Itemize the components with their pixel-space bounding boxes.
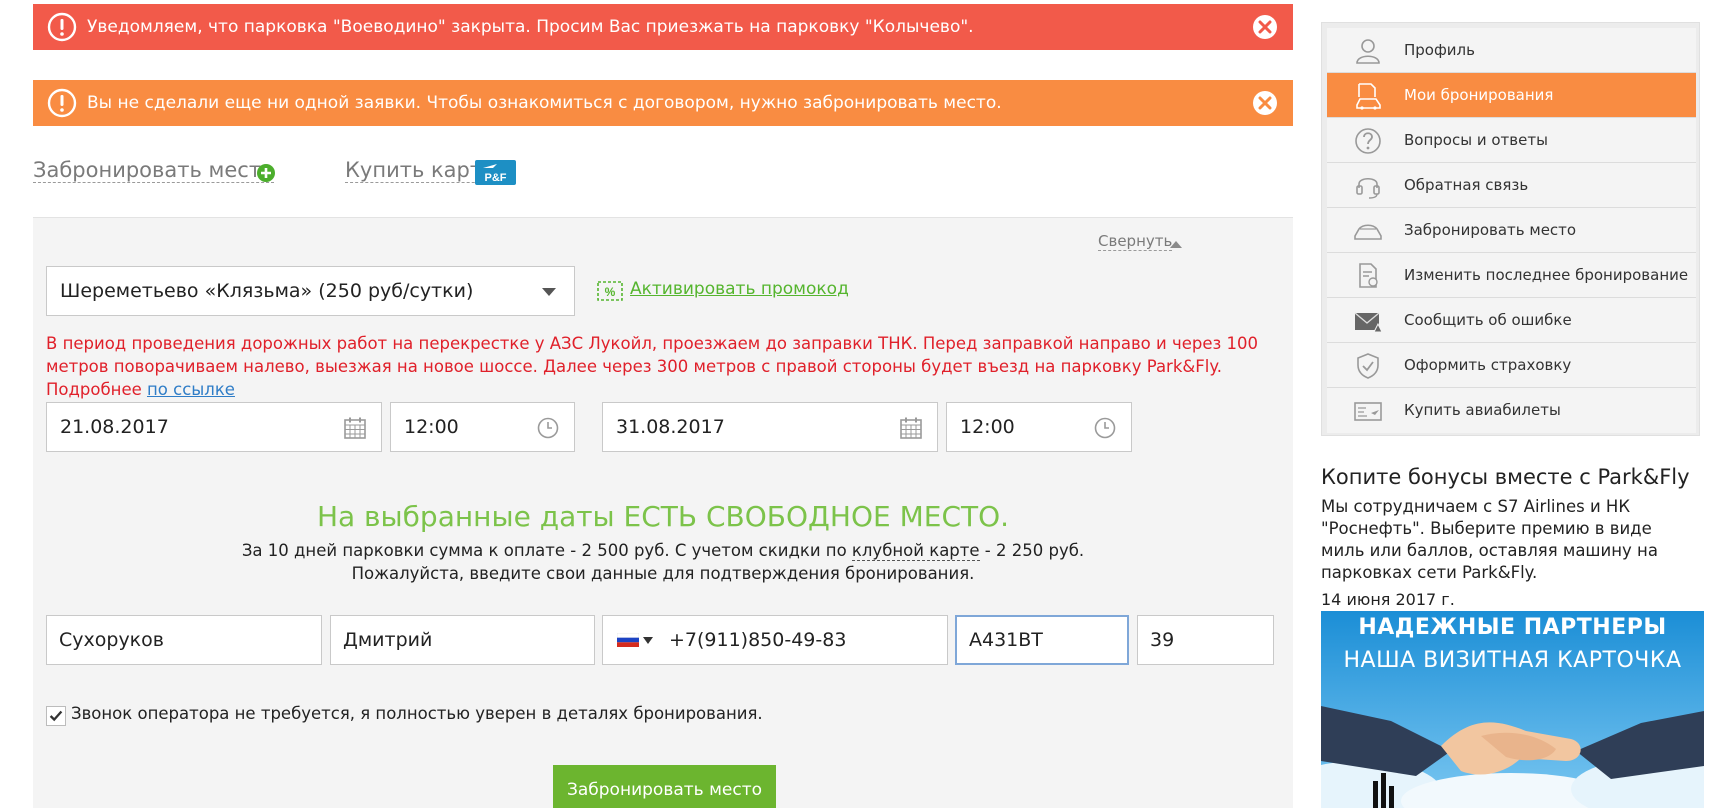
activate-promo-link[interactable]: Активировать промокод xyxy=(630,279,849,299)
close-icon[interactable] xyxy=(1251,89,1279,117)
calendar-icon[interactable] xyxy=(899,416,923,440)
russia-flag-icon[interactable] xyxy=(617,633,639,647)
sidebar-item-label: Сообщить об ошибке xyxy=(1404,311,1572,329)
alert-text: Вы не сделали еще ни одной заявки. Чтобы… xyxy=(87,93,1002,113)
date-from-value: 21.08.2017 xyxy=(60,416,169,438)
first-name-value: Дмитрий xyxy=(343,629,433,651)
exclamation-icon xyxy=(47,12,77,42)
park-fly-card-icon[interactable]: P&F xyxy=(475,160,516,185)
date-from-input[interactable]: 21.08.2017 xyxy=(46,402,382,452)
time-to-input[interactable]: 12:00 xyxy=(946,402,1132,452)
edit-document-icon xyxy=(1359,263,1378,288)
alert-parking-closed: Уведомляем, что парковка "Воеводино" зак… xyxy=(33,4,1293,50)
sidebar-item-insurance[interactable]: Оформить страховку xyxy=(1327,343,1696,388)
chevron-down-icon[interactable] xyxy=(643,636,653,644)
svg-text:%: % xyxy=(605,285,616,299)
banner-heading: НАДЕЖНЫЕ ПАРТНЕРЫ xyxy=(1358,615,1667,640)
clock-icon[interactable] xyxy=(536,416,560,440)
car-icon xyxy=(1354,224,1382,240)
region-code-value: 39 xyxy=(1150,629,1175,651)
partners-banner[interactable]: НАДЕЖНЫЕ ПАРТНЕРЫ НАША ВИЗИТНАЯ КАРТОЧКА xyxy=(1321,611,1704,808)
time-to-value: 12:00 xyxy=(960,416,1015,438)
close-icon[interactable] xyxy=(1251,13,1279,41)
sidebar-item-label: Обратная связь xyxy=(1404,176,1529,194)
sidebar-item-profile[interactable]: Профиль xyxy=(1327,28,1696,73)
sidebar-item-book-place[interactable]: Забронировать место xyxy=(1327,208,1696,253)
time-from-value: 12:00 xyxy=(404,416,459,438)
account-sidebar: Профиль Мои бронирования Вопросы и ответ… xyxy=(1321,22,1700,436)
sidebar-item-feedback[interactable]: Обратная связь xyxy=(1327,163,1696,208)
sidebar-item-my-bookings[interactable]: Мои бронирования xyxy=(1327,73,1696,118)
bonus-date: 14 июня 2017 г. xyxy=(1321,590,1455,609)
road-works-notice: В период проведения дорожных работ на пе… xyxy=(46,332,1281,401)
sidebar-item-edit-booking[interactable]: Изменить последнее бронирование xyxy=(1327,253,1696,298)
parking-select[interactable]: Шереметьево «Клязьма» (250 руб/сутки) xyxy=(46,266,575,316)
date-to-value: 31.08.2017 xyxy=(616,416,725,438)
clock-icon[interactable] xyxy=(1093,416,1117,440)
club-card-link[interactable]: клубной карте xyxy=(851,541,980,561)
confirm-instruction: Пожалуйста, введите свои данные для подт… xyxy=(351,564,975,583)
bonus-text: Мы сотрудничаем с S7 Airlines и НК "Росн… xyxy=(1321,497,1658,582)
phone-value: +7(911)850-49-83 xyxy=(669,629,847,651)
first-name-field[interactable]: Дмитрий xyxy=(330,615,595,665)
handshake-illustration xyxy=(1321,611,1704,808)
date-to-input[interactable]: 31.08.2017 xyxy=(602,402,938,452)
car-plate-field[interactable]: А431ВТ xyxy=(955,615,1129,665)
promo-code-icon[interactable]: % xyxy=(597,281,623,301)
parking-select-value: Шереметьево «Клязьма» (250 руб/сутки) xyxy=(60,280,474,302)
phone-field[interactable]: +7(911)850-49-83 xyxy=(602,615,948,665)
headset-icon xyxy=(1356,177,1380,199)
alert-text: Уведомляем, что парковка "Воеводино" зак… xyxy=(87,17,974,37)
book-place-link[interactable]: Забронировать место xyxy=(33,158,274,183)
booking-car-icon xyxy=(1356,83,1381,110)
calendar-icon[interactable] xyxy=(343,416,367,440)
checkmark-icon xyxy=(49,710,63,722)
no-call-label[interactable]: Звонок оператора не требуется, я полност… xyxy=(71,704,763,723)
buy-card-link[interactable]: Купить карту xyxy=(345,158,495,183)
plus-icon[interactable] xyxy=(256,163,276,183)
sidebar-item-label: Мои бронирования xyxy=(1404,86,1554,104)
page: Уведомляем, что парковка "Воеводино" зак… xyxy=(0,0,1715,808)
sidebar-item-label: Профиль xyxy=(1404,41,1475,59)
svg-text:P&F: P&F xyxy=(485,172,507,184)
user-icon xyxy=(1356,39,1380,64)
bonus-title: Копите бонусы вместе с Park&Fly xyxy=(1321,465,1690,489)
mail-warning-icon xyxy=(1354,312,1383,333)
question-icon xyxy=(1355,128,1381,154)
sidebar-item-report-error[interactable]: Сообщить об ошибке xyxy=(1327,298,1696,343)
sidebar-item-label: Забронировать место xyxy=(1404,221,1577,239)
sidebar-item-label: Купить авиабилеты xyxy=(1404,401,1561,419)
price-summary: За 10 дней парковки сумма к оплате - 2 5… xyxy=(33,541,1293,561)
last-name-field[interactable]: Сухоруков xyxy=(46,615,322,665)
shield-icon xyxy=(1357,353,1379,379)
last-name-value: Сухоруков xyxy=(59,629,164,651)
sidebar-item-air-tickets[interactable]: Купить авиабилеты xyxy=(1327,388,1696,433)
banner-subheading: НАША ВИЗИТНАЯ КАРТОЧКА xyxy=(1343,648,1682,673)
exclamation-icon xyxy=(47,88,77,118)
ticket-icon xyxy=(1354,402,1382,421)
chevron-down-icon xyxy=(542,288,556,296)
road-works-link[interactable]: по ссылке xyxy=(147,380,235,399)
region-code-field[interactable]: 39 xyxy=(1137,615,1274,665)
sidebar-item-faq[interactable]: Вопросы и ответы xyxy=(1327,118,1696,163)
submit-booking-button[interactable]: Забронировать место xyxy=(553,765,776,808)
alert-no-orders: Вы не сделали еще ни одной заявки. Чтобы… xyxy=(33,80,1293,126)
time-from-input[interactable]: 12:00 xyxy=(390,402,575,452)
price-prefix: За 10 дней парковки сумма к оплате - 2 5… xyxy=(241,541,847,560)
availability-heading: На выбранные даты ЕСТЬ СВОБОДНОЕ МЕСТО. xyxy=(316,500,1010,533)
sidebar-item-label: Изменить последнее бронирование xyxy=(1404,266,1689,284)
collapse-link[interactable]: Свернуть xyxy=(1098,233,1173,251)
chevron-up-icon[interactable] xyxy=(1170,240,1182,248)
price-suffix: - 2 250 руб. xyxy=(984,541,1085,560)
sidebar-item-label: Вопросы и ответы xyxy=(1404,131,1548,149)
sidebar-item-label: Оформить страховку xyxy=(1404,356,1572,374)
no-call-checkbox[interactable] xyxy=(46,706,66,726)
car-plate-value: А431ВТ xyxy=(969,629,1043,651)
